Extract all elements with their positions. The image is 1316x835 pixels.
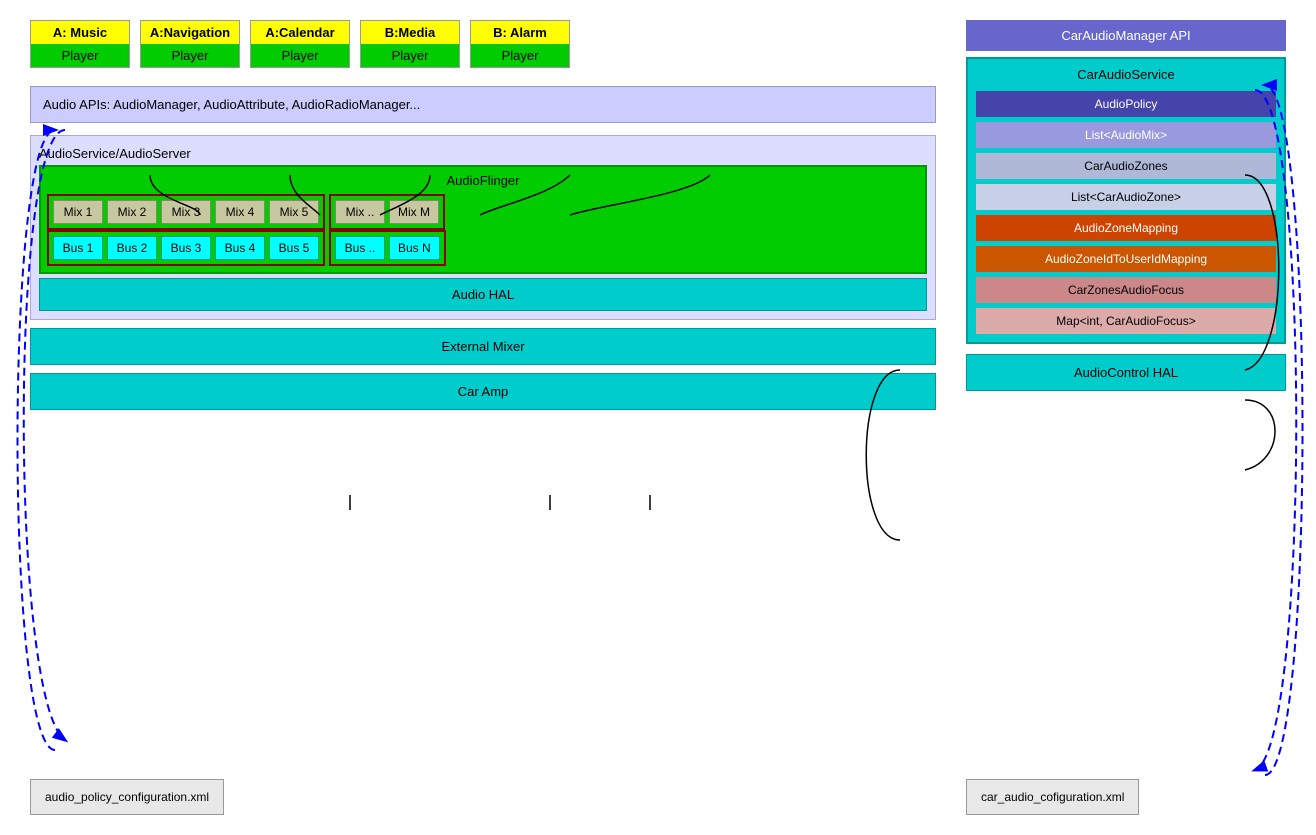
mix-dotdot: Mix .. bbox=[335, 200, 385, 224]
xml-box-right: car_audio_cofiguration.xml bbox=[966, 779, 1139, 815]
app-player-navigation: Player bbox=[141, 44, 239, 67]
car-audio-service-outer: CarAudioService AudioPolicy List<AudioMi… bbox=[966, 57, 1286, 344]
app-block-alarm: B: Alarm Player bbox=[470, 20, 570, 68]
app-title-navigation: A:Navigation bbox=[141, 21, 239, 44]
bus-group-1: Bus 1 Bus 2 Bus 3 Bus 4 Bus 5 bbox=[47, 230, 325, 266]
audio-policy-box: AudioPolicy bbox=[976, 91, 1276, 117]
mix-1: Mix 1 bbox=[53, 200, 103, 224]
car-audio-service-label: CarAudioService bbox=[976, 67, 1276, 82]
bus-3: Bus 3 bbox=[161, 236, 211, 260]
app-block-music: A: Music Player bbox=[30, 20, 130, 68]
mix-4: Mix 4 bbox=[215, 200, 265, 224]
mix-5: Mix 5 bbox=[269, 200, 319, 224]
app-player-calendar: Player bbox=[251, 44, 349, 67]
app-title-media: B:Media bbox=[361, 21, 459, 44]
mix-3: Mix 3 bbox=[161, 200, 211, 224]
app-player-music: Player bbox=[31, 44, 129, 67]
app-title-alarm: B: Alarm bbox=[471, 21, 569, 44]
app-block-calendar: A:Calendar Player bbox=[250, 20, 350, 68]
mix-2: Mix 2 bbox=[107, 200, 157, 224]
audio-hal-box: Audio HAL bbox=[39, 278, 927, 311]
car-zones-audio-focus-box: CarZonesAudioFocus bbox=[976, 277, 1276, 303]
audioservice-label: AudioService/AudioServer bbox=[39, 144, 927, 163]
audio-control-hal-box: AudioControl HAL bbox=[966, 354, 1286, 391]
audio-apis-box: Audio APIs: AudioManager, AudioAttribute… bbox=[30, 86, 936, 123]
app-player-media: Player bbox=[361, 44, 459, 67]
map-int-car-audio-focus-box: Map<int, CarAudioFocus> bbox=[976, 308, 1276, 334]
audio-zone-id-mapping-box: AudioZoneIdToUserIdMapping bbox=[976, 246, 1276, 272]
mix-group-2: Mix .. Mix M bbox=[329, 194, 445, 230]
app-block-navigation: A:Navigation Player bbox=[140, 20, 240, 68]
mix-m: Mix M bbox=[389, 200, 439, 224]
bus-group-2: Bus .. Bus N bbox=[329, 230, 446, 266]
app-player-alarm: Player bbox=[471, 44, 569, 67]
car-amp-box: Car Amp bbox=[30, 373, 936, 410]
mix-row: Mix 1 Mix 2 Mix 3 Mix 4 Mix 5 Mix .. Mix… bbox=[47, 194, 919, 230]
car-audio-zones-box: CarAudioZones bbox=[976, 153, 1276, 179]
bus-5: Bus 5 bbox=[269, 236, 319, 260]
audioflinger-box: AudioFlinger Mix 1 Mix 2 Mix 3 Mix 4 Mix… bbox=[39, 165, 927, 274]
bus-n: Bus N bbox=[389, 236, 440, 260]
app-title-music: A: Music bbox=[31, 21, 129, 44]
bus-dotdot: Bus .. bbox=[335, 236, 385, 260]
list-car-audio-zone-box: List<CarAudioZone> bbox=[976, 184, 1276, 210]
app-title-calendar: A:Calendar bbox=[251, 21, 349, 44]
list-audio-mix-box: List<AudioMix> bbox=[976, 122, 1276, 148]
app-row: A: Music Player A:Navigation Player A:Ca… bbox=[30, 20, 936, 68]
bus-2: Bus 2 bbox=[107, 236, 157, 260]
audio-zone-mapping-box: AudioZoneMapping bbox=[976, 215, 1276, 241]
app-block-media: B:Media Player bbox=[360, 20, 460, 68]
bus-1: Bus 1 bbox=[53, 236, 103, 260]
mix-group-1: Mix 1 Mix 2 Mix 3 Mix 4 Mix 5 bbox=[47, 194, 325, 230]
right-panel: CarAudioManager API CarAudioService Audi… bbox=[966, 20, 1286, 815]
bus-row: Bus 1 Bus 2 Bus 3 Bus 4 Bus 5 Bus .. Bus… bbox=[47, 230, 919, 266]
audioflinger-label: AudioFlinger bbox=[47, 173, 919, 188]
audioservice-wrapper: AudioService/AudioServer AudioFlinger Mi… bbox=[30, 135, 936, 320]
left-panel: A: Music Player A:Navigation Player A:Ca… bbox=[30, 20, 936, 815]
external-mixer-box: External Mixer bbox=[30, 328, 936, 365]
xml-box-left: audio_policy_configuration.xml bbox=[30, 779, 224, 815]
bus-4: Bus 4 bbox=[215, 236, 265, 260]
car-audio-manager-api: CarAudioManager API bbox=[966, 20, 1286, 51]
